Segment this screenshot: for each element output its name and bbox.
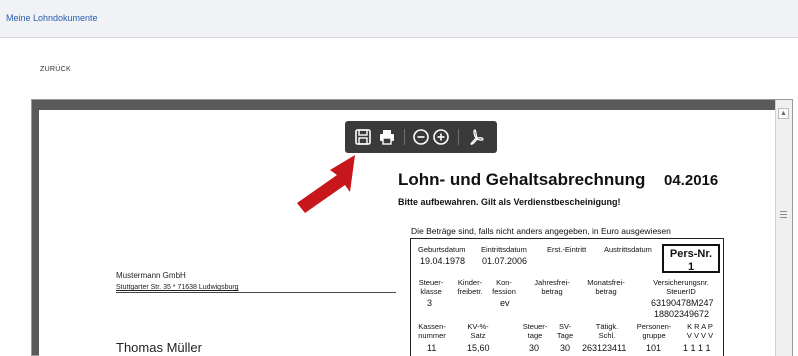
header-versicherungsnr: Versicherungsnr. SteuerID <box>653 278 709 296</box>
value-versicherungsnr: 63190478M247 <box>651 298 714 308</box>
pdf-toolbar <box>345 121 497 153</box>
value-steuertage: 30 <box>529 343 540 353</box>
address-divider <box>116 292 396 293</box>
header-ersteintritt: Erst.-Eintritt <box>547 245 587 254</box>
value-steuerklasse: 3 <box>427 298 433 308</box>
save-icon[interactable] <box>353 127 373 147</box>
document-period: 04.2016 <box>664 172 719 189</box>
header-kinderfreibetr: Kinder-freibetr. <box>457 278 483 296</box>
app-header: Meine Lohndokumente <box>0 0 798 38</box>
currency-note: Die Beträge sind, falls nicht anders ang… <box>411 226 671 236</box>
header-sv-tage: SV- Tage <box>556 322 574 340</box>
header-personengruppe: Personen-gruppe <box>636 322 672 340</box>
personnel-number-label: Pers-Nr. <box>669 248 713 260</box>
header-monatsfreibetrag: Monatsfrei-betrag <box>587 278 625 296</box>
vertical-scrollbar[interactable] <box>775 100 792 356</box>
header-konfession: Kon-fession <box>492 278 516 296</box>
value-taetigkeitsschluessel: 263123411 <box>582 343 627 353</box>
header-steuertage: Steuer-tage <box>522 322 548 340</box>
header-geburtsdatum: Geburtsdatum <box>418 245 466 254</box>
scroll-up-arrow-icon[interactable]: ▲ <box>778 108 789 119</box>
value-geburtsdatum: 19.04.1978 <box>420 256 466 266</box>
header-taetigkeitsschluessel: Tätigk. Schl. <box>595 322 619 340</box>
document-title: Lohn- und Gehaltsabrechnung <box>398 170 646 189</box>
value-steuer-id: 18802349672 <box>654 309 710 319</box>
zoom-in-icon[interactable] <box>431 127 451 147</box>
value-krap: 1 1 1 1 <box>683 343 711 353</box>
page-title: Meine Lohndokumente <box>6 13 98 23</box>
zoom-out-icon[interactable] <box>411 127 431 147</box>
recipient-name: Thomas Müller <box>116 340 202 355</box>
print-icon[interactable] <box>377 127 397 147</box>
personnel-number-value: 1 <box>687 261 695 273</box>
value-konfession: ev <box>500 298 510 308</box>
sender-company: Mustermann GmbH <box>116 271 186 280</box>
scroll-grip-icon[interactable] <box>780 211 787 219</box>
header-steuerklasse: Steuer-klasse <box>418 278 444 296</box>
toolbar-separator <box>404 129 405 145</box>
value-sv-tage: 30 <box>560 343 571 353</box>
header-krap: K R A PV V V V <box>686 322 714 340</box>
document-subtitle: Bitte aufbewahren. Gilt als Verdienstbes… <box>398 197 621 207</box>
header-kassennummer: Kassen-nummer <box>418 322 446 340</box>
sender-address: Stuttgarter Str. 35 * 71638 Ludwigsburg <box>116 284 239 291</box>
header-jahresfreibetrag: Jahresfrei-betrag <box>534 278 570 296</box>
header-kv-satz: KV-%- Satz <box>467 322 489 340</box>
pdf-icon[interactable] <box>467 127 487 147</box>
value-kassennummer: 11 <box>427 343 437 353</box>
value-eintrittsdatum: 01.07.2006 <box>482 256 528 266</box>
toolbar-separator <box>458 129 459 145</box>
header-austrittsdatum: Austrittsdatum <box>604 245 652 254</box>
value-personengruppe: 101 <box>646 343 662 353</box>
value-kv-satz: 15,60 <box>467 343 490 353</box>
header-eintrittsdatum: Eintrittsdatum <box>481 245 527 254</box>
personnel-number-box: Pers-Nr. 1 <box>662 244 720 273</box>
back-link[interactable]: ZURÜCK <box>40 66 71 73</box>
